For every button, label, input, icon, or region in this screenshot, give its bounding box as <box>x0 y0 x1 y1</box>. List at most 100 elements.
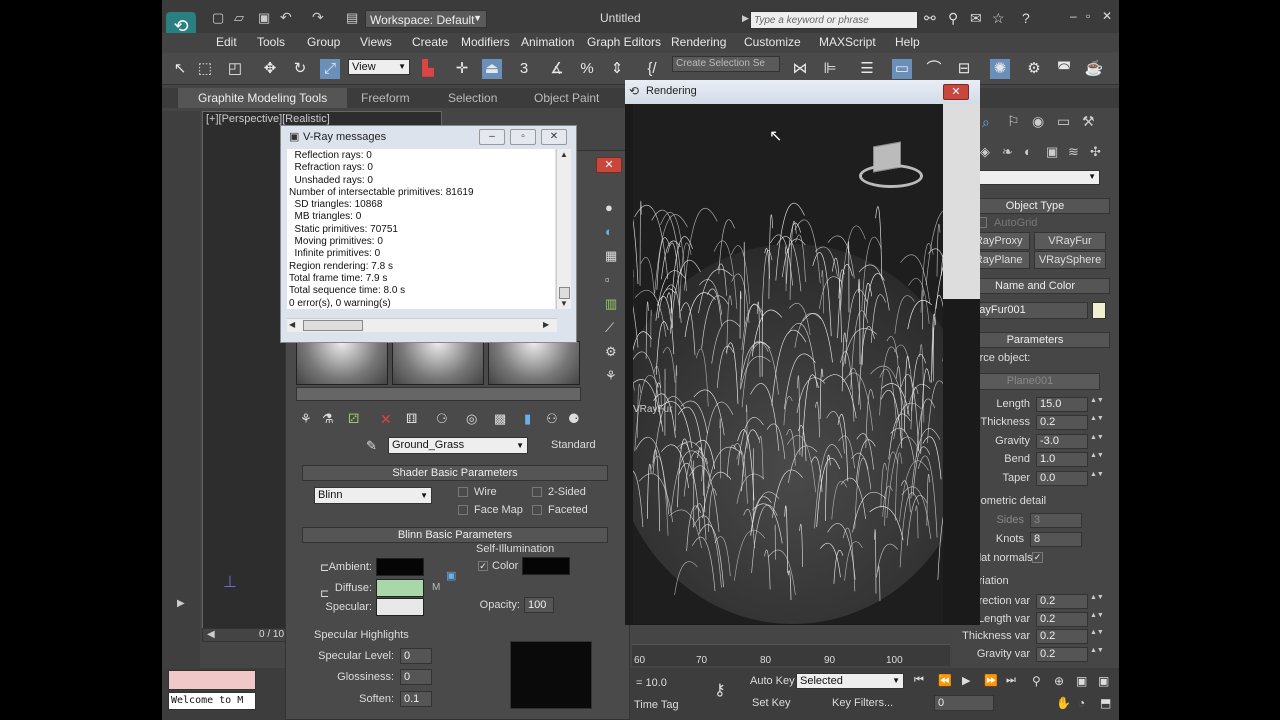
sample-sphere[interactable] <box>296 341 388 385</box>
reset-map-icon[interactable]: ✕ <box>380 411 392 428</box>
undo-icon[interactable]: ↶ <box>280 9 292 26</box>
save-file-icon[interactable]: ▣ <box>258 10 270 26</box>
workspace-dropdown[interactable]: Workspace: Default ▼ <box>365 10 487 28</box>
systems-icon[interactable]: ✣ <box>1090 144 1101 160</box>
graphite-toggle-icon[interactable]: ▭ <box>892 59 912 79</box>
time-tag-label[interactable]: Time Tag <box>634 699 679 711</box>
spinner-icon[interactable]: ▲▼ <box>1090 471 1104 487</box>
menu-animation[interactable]: Animation <box>521 35 574 49</box>
key-filters-button[interactable]: Key Filters... <box>832 697 893 709</box>
scroll-left-icon[interactable]: ◀ <box>289 320 295 329</box>
variation-field[interactable]: 0.2 <box>1036 594 1088 609</box>
helpers-icon[interactable]: ▣ <box>1046 144 1058 160</box>
two-sided-checkbox[interactable] <box>532 487 542 497</box>
select-region-icon[interactable]: ⬚ <box>195 59 215 79</box>
tab-graphite-modeling-tools[interactable]: Graphite Modeling Tools <box>178 88 348 108</box>
sides-field[interactable]: 3 <box>1030 513 1082 528</box>
rollout-name-and-color[interactable]: Name and Color <box>960 278 1110 294</box>
scroll-down-icon[interactable]: ▼ <box>560 299 568 308</box>
get-material-icon[interactable]: ⚘ <box>300 411 312 427</box>
faceted-checkbox[interactable] <box>532 505 542 515</box>
new-file-icon[interactable]: ▢ <box>212 10 224 26</box>
shapes-icon[interactable]: ❧ <box>1002 144 1013 160</box>
cameras-icon[interactable]: ◐ <box>1024 144 1032 159</box>
material-id-icon[interactable]: ◎ <box>466 411 477 427</box>
maxscript-listener-field[interactable] <box>168 670 256 690</box>
param-field[interactable]: 1.0 <box>1036 452 1088 468</box>
menu-views[interactable]: Views <box>360 35 392 49</box>
play-icon[interactable]: ▶ <box>962 674 970 687</box>
param-field[interactable]: -3.0 <box>1036 433 1088 449</box>
goto-start-icon[interactable]: ⏮ <box>914 674 924 687</box>
tab-selection[interactable]: Selection <box>448 91 497 105</box>
uv-tiling-icon[interactable]: ▫ <box>605 272 610 287</box>
close-icon[interactable]: ✕ <box>943 84 969 100</box>
show-end-result-icon[interactable]: ▮ <box>524 411 531 427</box>
source-object-button[interactable]: Plane001 <box>960 373 1100 390</box>
go-forward-sibling-icon[interactable]: ⚈ <box>568 411 580 427</box>
close-icon[interactable]: ✕ <box>596 157 622 173</box>
minimize-icon[interactable]: – <box>479 129 505 145</box>
prev-frame-icon[interactable]: ⏪ <box>938 674 952 687</box>
menu-modifiers[interactable]: Modifiers <box>461 35 510 49</box>
reference-coordinate-dropdown[interactable]: View ▼ <box>348 59 410 75</box>
track-bar-ruler[interactable]: 60 70 80 90 100 <box>632 644 950 666</box>
auto-key-button[interactable]: Auto Key <box>750 675 795 687</box>
minimize-window-icon[interactable]: – <box>1070 9 1077 23</box>
self-illum-color-swatch[interactable] <box>522 557 570 575</box>
knots-field[interactable]: 8 <box>1030 532 1082 547</box>
viewport-label[interactable]: [+][Perspective][Realistic] <box>206 113 330 125</box>
object-color-swatch[interactable] <box>1092 302 1106 319</box>
flat-normals-checkbox[interactable]: ✓ <box>1032 552 1043 563</box>
glossiness-field[interactable]: 0 <box>400 669 432 685</box>
restore-window-icon[interactable]: ▫ <box>1086 9 1090 23</box>
spinner-snap-icon[interactable]: ⇕ <box>607 59 627 79</box>
eyedropper-icon[interactable]: ✎ <box>366 438 377 454</box>
viewcube-ring[interactable] <box>859 164 923 188</box>
utilities-icon[interactable]: ⚒ <box>1082 113 1095 130</box>
geometry-icon[interactable]: ◈ <box>980 144 990 160</box>
rollout-parameters[interactable]: Parameters <box>960 332 1110 348</box>
pivot-center-icon[interactable]: ▙ <box>418 59 438 79</box>
spinner-icon[interactable]: ▲▼ <box>1090 434 1104 450</box>
material-name-dropdown[interactable]: Ground_Grass ▼ <box>388 437 528 454</box>
put-to-scene-icon[interactable]: ⚗ <box>322 411 334 427</box>
spinner-icon[interactable]: ▲▼ <box>1090 612 1104 628</box>
self-illum-color-checkbox[interactable]: ✓ <box>478 561 488 571</box>
copy-material-icon[interactable]: ⚅ <box>406 411 417 427</box>
communication-icon[interactable]: ✉ <box>970 10 982 27</box>
menu-help[interactable]: Help <box>895 35 920 49</box>
hscroll-thumb[interactable] <box>303 320 363 331</box>
goto-end-icon[interactable]: ⏭ <box>1006 674 1016 687</box>
next-frame-icon[interactable]: ⏩ <box>984 674 998 687</box>
object-category-dropdown[interactable]: ▼ <box>972 170 1100 185</box>
angle-snap-icon[interactable]: ∡ <box>547 59 567 79</box>
maximize-viewport-icon[interactable]: ⬒ <box>1100 696 1111 710</box>
zoom-icon[interactable]: ⚲ <box>1032 674 1041 688</box>
menu-group[interactable]: Group <box>307 35 340 49</box>
options-icon[interactable]: ⚙ <box>605 344 617 360</box>
material-type-button[interactable]: Standard <box>551 439 596 451</box>
key-icon[interactable]: ⚷ <box>714 680 726 700</box>
param-field[interactable]: 0.2 <box>1036 415 1088 431</box>
diffuse-map-button[interactable]: M <box>432 582 440 593</box>
menu-rendering[interactable]: Rendering <box>671 35 726 49</box>
menu-edit[interactable]: Edit <box>216 35 237 49</box>
display-icon[interactable]: ▭ <box>1057 113 1070 130</box>
sample-type-icon[interactable]: ● <box>605 200 613 215</box>
rollout-shader-basic-parameters[interactable]: Shader Basic Parameters <box>302 465 608 481</box>
timeline-left-arrow-icon[interactable]: ◀ <box>207 629 215 640</box>
select-object-icon[interactable]: ↖ <box>170 59 190 79</box>
render-setup-icon[interactable]: ⚙ <box>1024 59 1044 79</box>
param-field[interactable]: 15.0 <box>1036 397 1088 412</box>
vraysphere-button[interactable]: VRaySphere <box>1034 251 1106 269</box>
mirror-icon[interactable]: ⋈ <box>790 59 810 79</box>
sample-sphere[interactable] <box>392 341 484 385</box>
scroll-right-icon[interactable]: ▶ <box>543 320 549 329</box>
zoom-all-icon[interactable]: ⊕ <box>1054 674 1064 688</box>
spinner-icon[interactable]: ▲▼ <box>1090 415 1104 431</box>
layer-manager-icon[interactable]: ☰ <box>857 59 877 79</box>
rotate-icon[interactable]: ↻ <box>290 59 310 79</box>
material-editor-icon[interactable]: ✺ <box>990 59 1010 79</box>
current-frame-field[interactable]: 0 <box>934 695 994 711</box>
